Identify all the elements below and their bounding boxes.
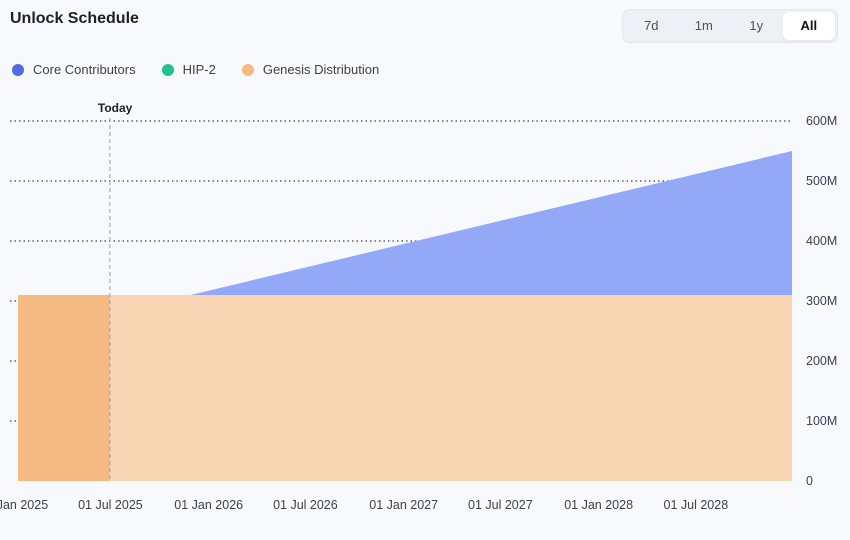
unlock-schedule-chart: 0 100M 200M 300M 400M 500M 600M Today 01 Jan 202…	[0, 101, 837, 512]
today-label: Today	[98, 101, 133, 115]
y-tick-label: 300M	[806, 294, 837, 308]
x-tick-label: 01 Jan 2027	[369, 498, 438, 512]
area-core-contributors	[190, 151, 793, 295]
x-tick-label: 01 Jul 2027	[468, 498, 533, 512]
y-tick-label: 600M	[806, 114, 837, 128]
y-tick-label: 400M	[806, 234, 837, 248]
x-tick-label: 01 Jul 2028	[664, 498, 729, 512]
area-genesis-distribution-future	[109, 295, 793, 481]
x-tick-label: 01 Jul 2026	[273, 498, 338, 512]
x-tick-label: 01 Jul 2025	[78, 498, 143, 512]
x-tick-label: 01 Jan 2026	[174, 498, 243, 512]
x-tick-label: 01 Jan 2025	[0, 498, 48, 512]
y-tick-label: 200M	[806, 354, 837, 368]
y-tick-label: 100M	[806, 414, 837, 428]
y-tick-label: 0	[806, 474, 813, 488]
area-genesis-distribution-past	[18, 295, 110, 481]
y-tick-label: 500M	[806, 174, 837, 188]
x-tick-label: 01 Jan 2028	[564, 498, 633, 512]
